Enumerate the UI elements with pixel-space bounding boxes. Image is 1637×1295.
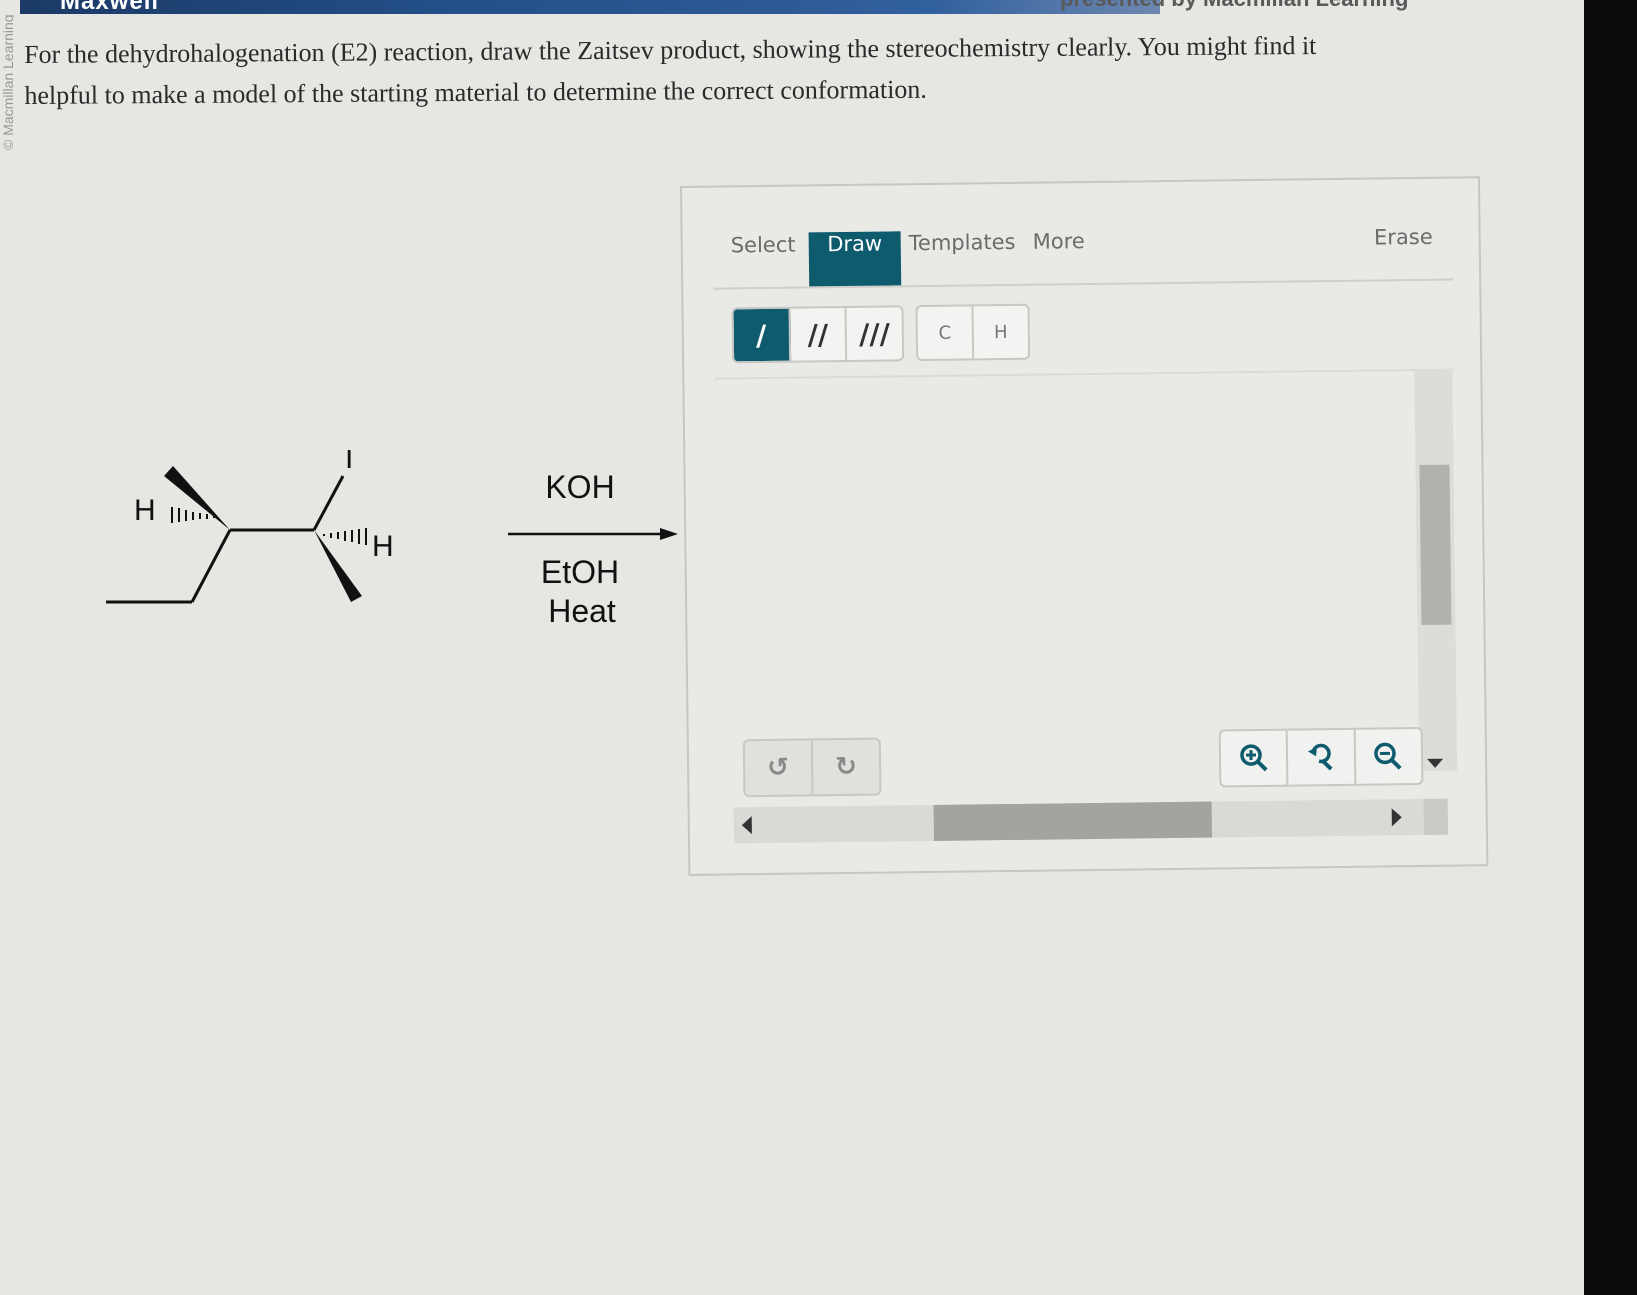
page: Maxwell presented by Macmillan Learning …: [0, 0, 1584, 1295]
wedge-bond-methyl: [164, 466, 230, 530]
zoom-in-icon: [1239, 744, 1268, 772]
condition-label: Heat: [548, 593, 616, 629]
reaction-svg: I H H KOH EtOH Heat: [106, 450, 678, 629]
menu-erase[interactable]: Erase: [1374, 225, 1433, 280]
triple-bond-button[interactable]: ///: [847, 307, 902, 360]
redo-button[interactable]: ↻: [813, 740, 880, 795]
question-line-2: helpful to make a model of the starting …: [24, 74, 927, 110]
zoom-reset-icon: [1307, 743, 1333, 771]
solvent-label: EtOH: [541, 554, 619, 590]
scroll-right-icon[interactable]: [1391, 808, 1402, 827]
double-bond-button[interactable]: //: [790, 307, 848, 361]
undo-icon: ↺: [767, 752, 790, 783]
c-i-bond: [312, 475, 345, 531]
zoom-controls: [1218, 726, 1424, 788]
course-title: Maxwell: [60, 0, 160, 15]
hydrogen-left-label: H: [134, 494, 156, 527]
vertical-scrollbar[interactable]: [1414, 370, 1458, 772]
redo-icon: ↻: [835, 751, 858, 783]
atom-tools: C H: [915, 303, 1031, 362]
header-banner: Maxwell: [20, 0, 1160, 15]
molecule-editor: Select Draw Templates More Erase / // //…: [680, 176, 1489, 876]
undo-button[interactable]: ↺: [744, 740, 814, 796]
zoom-dropdown-icon[interactable]: [1427, 758, 1444, 768]
scroll-left-icon[interactable]: [741, 816, 752, 835]
reaction-arrow-group: KOH EtOH Heat: [508, 469, 678, 629]
carbon-atom-button[interactable]: C: [917, 306, 975, 360]
horizontal-scrollbar[interactable]: [733, 798, 1448, 844]
screen-edge: [1584, 0, 1637, 1295]
menu-more[interactable]: More: [1033, 229, 1086, 284]
reaction-scheme: I H H KOH EtOH Heat: [100, 450, 680, 650]
wedge-bond-methyl-right: [314, 530, 362, 602]
reagent-label: KOH: [545, 469, 614, 505]
starting-material: I H H: [106, 450, 394, 604]
zoom-in-button[interactable]: [1220, 730, 1289, 786]
menu-select[interactable]: Select: [731, 233, 796, 288]
history-controls: ↺ ↻: [742, 737, 882, 798]
single-bond-button[interactable]: /: [733, 308, 791, 362]
zoom-out-icon: [1374, 742, 1402, 770]
side-credit-text: © Macmillan Learning: [0, 14, 14, 150]
presented-by-text: presented by Macmillan Learning: [1060, 0, 1408, 12]
iodine-atom-label: I: [345, 450, 353, 475]
hydrogen-atom-button[interactable]: H: [973, 306, 1028, 359]
hash-bond-right: [323, 528, 367, 545]
draw-toolbar: / // /// C H: [713, 278, 1455, 380]
c1-c2-bond: [190, 529, 232, 603]
drawing-canvas[interactable]: ↺ ↻: [714, 370, 1459, 844]
bond-tools: / // ///: [731, 305, 905, 364]
vertical-scroll-thumb[interactable]: [1419, 464, 1452, 625]
hydrogen-right-label: H: [372, 530, 394, 563]
arrow-head: [660, 528, 678, 540]
question-text: For the dehydrohalogenation (E2) reactio…: [24, 24, 1445, 116]
menu-templates[interactable]: Templates: [909, 230, 1016, 285]
menu-draw[interactable]: Draw: [808, 231, 902, 287]
horizontal-scroll-thumb[interactable]: [933, 801, 1212, 841]
side-credit: © Macmillan Learning: [0, 0, 14, 160]
scroll-corner: [1423, 798, 1448, 835]
zoom-out-button[interactable]: [1355, 729, 1421, 784]
zoom-reset-button[interactable]: [1288, 729, 1357, 785]
